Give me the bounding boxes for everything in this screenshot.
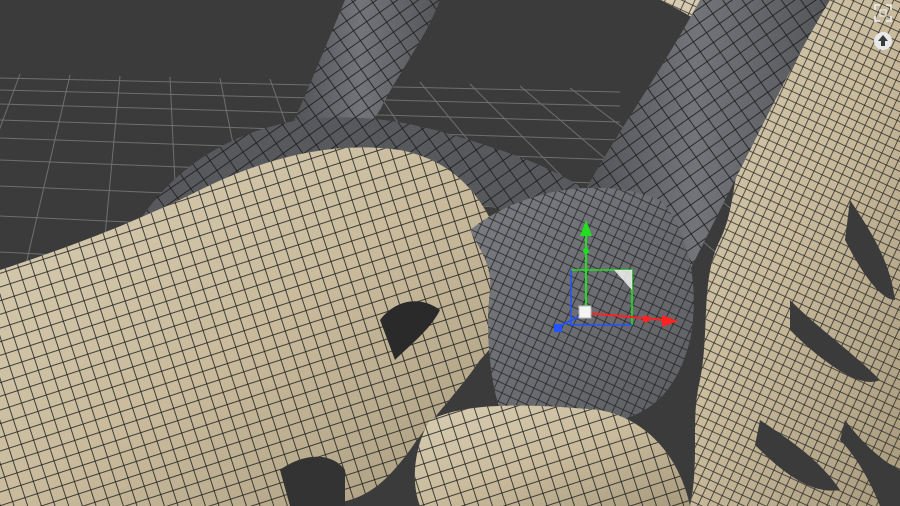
viewport-scene[interactable]	[0, 0, 900, 506]
selected-shoulder-mesh	[470, 187, 694, 422]
gizmo-center-handle[interactable]	[578, 305, 592, 319]
gizmo-y-handle[interactable]	[583, 248, 589, 254]
maximize-frame-icon[interactable]	[872, 2, 894, 24]
gizmo-z-handle[interactable]	[554, 324, 562, 332]
3d-viewport[interactable]	[0, 0, 900, 506]
up-arrow-icon[interactable]	[872, 30, 894, 52]
gizmo-x-handle[interactable]	[642, 315, 650, 323]
